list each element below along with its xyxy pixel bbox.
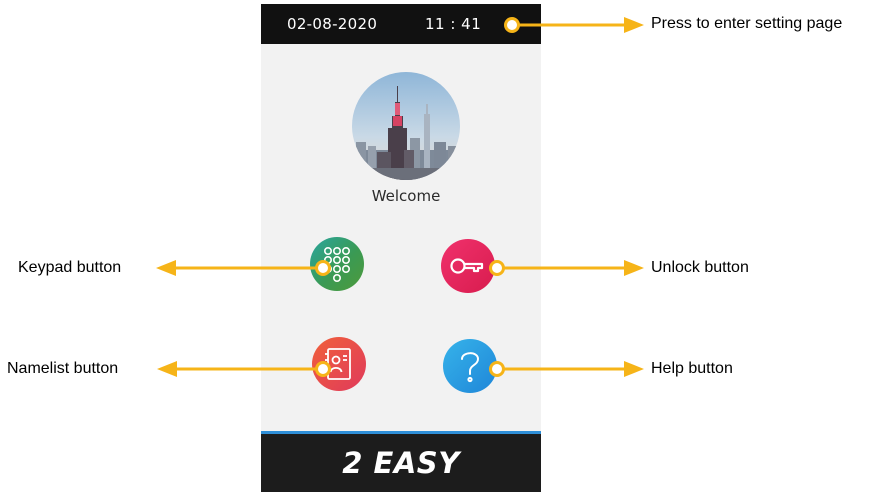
intercom-screen: 02-08-2020 11 : 41 Welcome 2 EASY (261, 4, 541, 492)
arrow-head-namelist (157, 361, 177, 377)
arrow-head-unlock (624, 260, 644, 276)
unlock-callout-label: Unlock button (651, 259, 749, 276)
settings-callout-label: Press to enter setting page (651, 15, 843, 32)
arrow-head-help (624, 361, 644, 377)
keypad-icon (324, 247, 350, 282)
settings-hotspot[interactable] (504, 17, 520, 33)
help-button[interactable] (443, 339, 497, 393)
help-callout-label: Help button (651, 360, 733, 377)
brand-bar: 2 EASY (261, 434, 541, 492)
welcome-image (352, 72, 460, 180)
welcome-text: Welcome (371, 187, 441, 205)
date-label: 02-08-2020 (287, 15, 378, 33)
unlock-button[interactable] (441, 239, 495, 293)
keypad-button[interactable] (310, 237, 364, 291)
keypad-callout-label: Keypad button (18, 259, 122, 276)
namelist-callout-label: Namelist button (7, 360, 119, 377)
status-bar: 02-08-2020 11 : 41 (261, 4, 541, 44)
key-icon (450, 258, 484, 274)
time-label[interactable]: 11 : 41 (425, 15, 481, 33)
namelist-button[interactable] (312, 337, 366, 391)
arrow-head-settings (624, 17, 644, 33)
arrow-head-keypad (156, 260, 176, 276)
contact-card-icon (325, 348, 351, 380)
question-mark-icon (461, 352, 480, 383)
